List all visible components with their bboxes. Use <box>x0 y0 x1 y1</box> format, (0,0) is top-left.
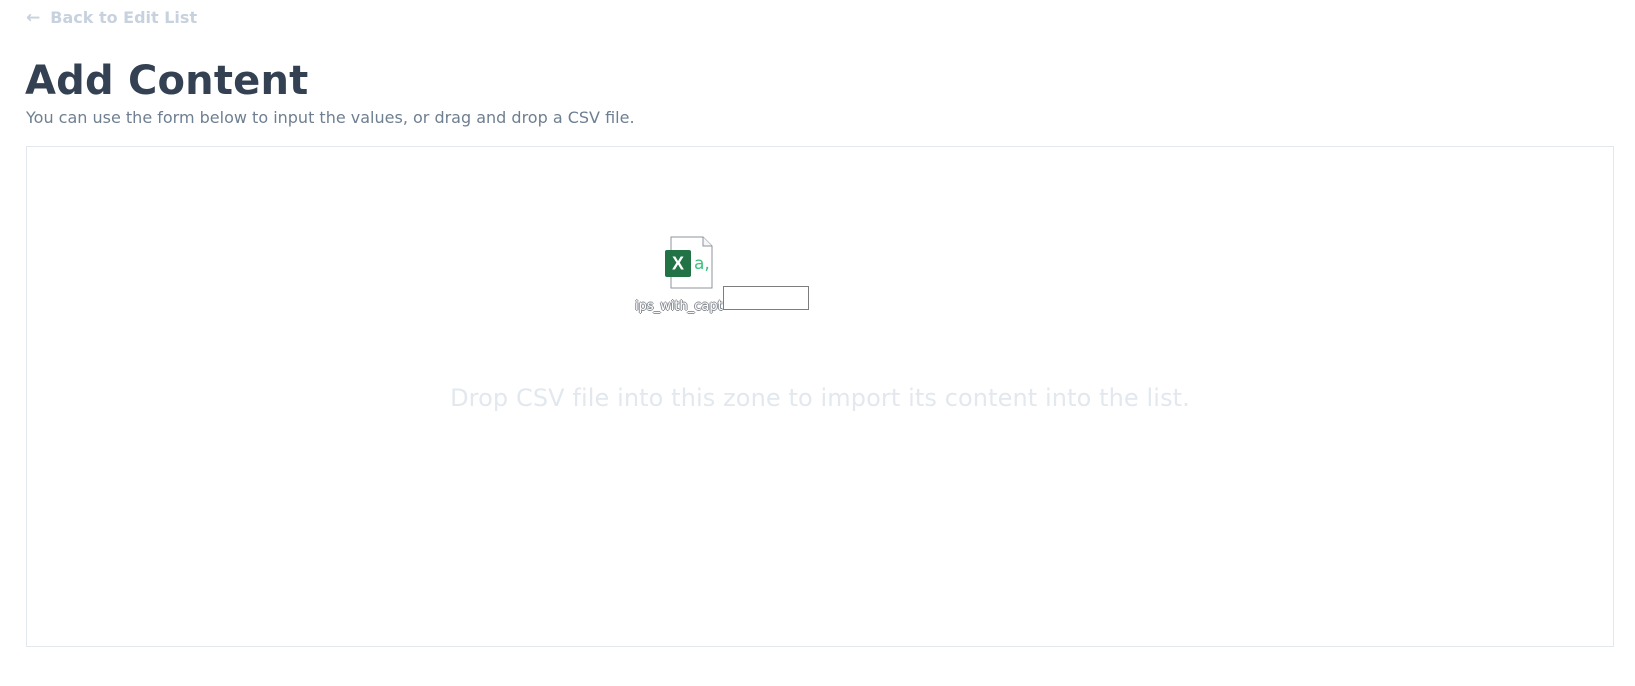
dragged-csv-file[interactable]: X a, ips_with_capt <box>635 236 835 326</box>
page-subtitle: You can use the form below to input the … <box>26 108 635 127</box>
page-title: Add Content <box>25 58 309 104</box>
svg-text:X: X <box>672 254 684 274</box>
excel-csv-file-icon: X a, <box>665 236 713 289</box>
csv-drop-zone[interactable]: Drop CSV file into this zone to import i… <box>26 146 1614 647</box>
drop-zone-message: Drop CSV file into this zone to import i… <box>450 384 1190 412</box>
back-link-label: Back to Edit List <box>50 8 198 27</box>
back-to-edit-list-link[interactable]: ← Back to Edit List <box>26 7 197 29</box>
add-content-page: ← Back to Edit List Add Content You can … <box>0 0 1635 686</box>
svg-text:a,: a, <box>694 254 710 274</box>
left-arrow-icon: ← <box>26 7 41 28</box>
file-name-edit-box[interactable] <box>723 286 809 310</box>
